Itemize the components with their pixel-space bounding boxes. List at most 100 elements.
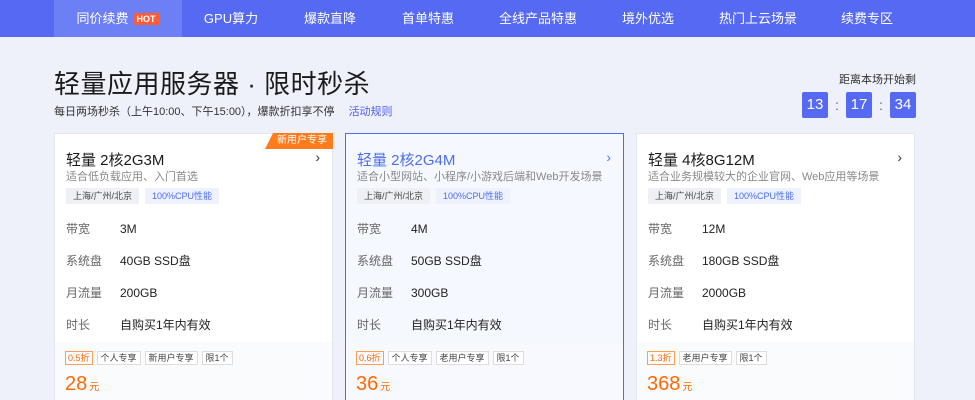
nav-tab-label: 同价续费 <box>76 11 129 26</box>
spec-key: 时长 <box>357 318 382 332</box>
nav-tab-label: 首单特惠 <box>401 11 454 26</box>
spec-duration: 时长 自购买1年内有效 <box>357 316 502 333</box>
chevron-right-icon[interactable]: › <box>897 149 902 165</box>
spec-value: 3M <box>120 222 137 236</box>
limit-badge: 限1个 <box>492 351 524 365</box>
card-badges: 0.5折 个人专享 新用户专享 限1个 <box>65 351 233 365</box>
cpu-tag: 100%CPU性能 <box>145 188 220 204</box>
spec-value: 2000GB <box>702 286 747 300</box>
nav-tab-renewal-zone[interactable]: 续费专区 <box>830 0 904 37</box>
card-title: 轻量 4核8G12M <box>648 152 755 169</box>
card-price: 28 元 <box>65 373 99 396</box>
card-badges: 0.6折 个人专享 老用户专享 限1个 <box>356 351 524 365</box>
personal-badge: 个人专享 <box>387 351 432 365</box>
top-nav: 同价续费 HOT GPU算力 爆款直降 首单特惠 全线产品特惠 境外优选 热门上云… <box>0 0 975 37</box>
card-price: 36 元 <box>356 373 390 396</box>
spec-key: 时长 <box>648 318 673 332</box>
personal-badge: 个人专享 <box>96 351 141 365</box>
countdown-label: 距离本场开始剩 <box>839 74 916 86</box>
spec-traffic: 月流量 300GB <box>357 284 448 301</box>
spec-value: 12M <box>702 222 726 236</box>
subtitle-text: 每日两场秒杀（上午10:00、下午15:00），爆款折扣享不停 <box>54 106 335 118</box>
page-subtitle: 每日两场秒杀（上午10:00、下午15:00），爆款折扣享不停 活动规则 <box>54 103 393 119</box>
discount-badge: 0.5折 <box>65 351 93 365</box>
spec-value: 自购买1年内有效 <box>702 318 793 332</box>
spec-bandwidth: 带宽 12M <box>648 220 725 237</box>
nav-tab-label: 全线产品特惠 <box>498 11 577 26</box>
new-user-ribbon: 新用户专享 <box>265 133 333 149</box>
card-badges: 1.3折 老用户专享 限1个 <box>647 351 767 365</box>
spec-key: 带宽 <box>648 222 673 236</box>
nav-tab-all-products[interactable]: 全线产品特惠 <box>492 0 584 37</box>
spec-key: 月流量 <box>648 286 685 300</box>
card-price: 368 元 <box>647 373 692 396</box>
chevron-right-icon[interactable]: › <box>315 149 320 165</box>
cpu-tag: 100%CPU性能 <box>436 188 511 204</box>
spec-disk: 系统盘 180GB SSD盘 <box>648 252 779 269</box>
spec-value: 300GB <box>411 286 449 300</box>
nav-tab-gpu[interactable]: GPU算力 <box>190 0 272 37</box>
card-tags: 上海/广州/北京 100%CPU性能 <box>66 188 220 204</box>
spec-value: 50GB SSD盘 <box>411 254 482 268</box>
nav-tab-overseas[interactable]: 境外优选 <box>610 0 686 37</box>
spec-key: 系统盘 <box>648 254 685 268</box>
product-card-selected[interactable]: 轻量 2核2G4M › 适合小型网站、小程序/小游戏后端和Web开发场景 上海/… <box>345 133 624 400</box>
price-unit: 元 <box>682 382 693 393</box>
hot-badge: HOT <box>132 13 160 25</box>
spec-traffic: 月流量 200GB <box>66 284 157 301</box>
nav-tab-renew-same-price[interactable]: 同价续费 HOT <box>54 0 182 37</box>
spec-key: 系统盘 <box>357 254 394 268</box>
countdown-hours: 13 <box>802 92 828 118</box>
region-tag: 上海/广州/北京 <box>66 188 140 204</box>
discount-badge: 1.3折 <box>647 351 675 365</box>
nav-tab-hot-deals[interactable]: 爆款直降 <box>290 0 370 37</box>
card-tags: 上海/广州/北京 100%CPU性能 <box>648 188 802 204</box>
price-value: 36 <box>356 373 379 395</box>
nav-tab-label: GPU算力 <box>203 11 259 26</box>
user-type-badge: 老用户专享 <box>678 351 732 365</box>
chevron-right-icon[interactable]: › <box>606 149 611 165</box>
product-card[interactable]: 轻量 4核8G12M › 适合业务规模较大的企业官网、Web应用等场景 上海/广… <box>636 133 915 400</box>
discount-badge: 0.6折 <box>356 351 384 365</box>
card-tags: 上海/广州/北京 100%CPU性能 <box>357 188 511 204</box>
spec-bandwidth: 带宽 4M <box>357 220 428 237</box>
limit-badge: 限1个 <box>735 351 767 365</box>
card-description: 适合业务规模较大的企业官网、Web应用等场景 <box>648 171 880 183</box>
spec-key: 月流量 <box>66 286 103 300</box>
region-tag: 上海/广州/北京 <box>357 188 431 204</box>
card-description: 适合低负载应用、入门首选 <box>66 171 198 183</box>
countdown-timer: 13 : 17 : 34 <box>802 92 916 118</box>
product-card[interactable]: 新用户专享 轻量 2核2G3M › 适合低负载应用、入门首选 上海/广州/北京 … <box>54 133 333 400</box>
spec-key: 带宽 <box>66 222 91 236</box>
spec-key: 系统盘 <box>66 254 103 268</box>
spec-value: 180GB SSD盘 <box>702 254 780 268</box>
nav-tab-label: 续费专区 <box>840 11 893 26</box>
countdown-seconds: 34 <box>890 92 916 118</box>
spec-value: 4M <box>411 222 428 236</box>
spec-disk: 系统盘 50GB SSD盘 <box>357 252 482 269</box>
spec-disk: 系统盘 40GB SSD盘 <box>66 252 191 269</box>
spec-duration: 时长 自购买1年内有效 <box>648 316 793 333</box>
limit-badge: 限1个 <box>201 351 233 365</box>
countdown-separator: : <box>879 97 883 113</box>
countdown-minutes: 17 <box>846 92 872 118</box>
spec-key: 时长 <box>66 318 91 332</box>
nav-tab-label: 境外优选 <box>621 11 674 26</box>
card-title: 轻量 2核2G3M <box>66 152 165 169</box>
spec-key: 月流量 <box>357 286 394 300</box>
spec-value: 自购买1年内有效 <box>120 318 211 332</box>
nav-tab-label: 热门上云场景 <box>718 11 797 26</box>
card-description: 适合小型网站、小程序/小游戏后端和Web开发场景 <box>357 171 603 183</box>
price-unit: 元 <box>380 382 391 393</box>
countdown-separator: : <box>835 97 839 113</box>
price-value: 28 <box>65 373 88 395</box>
spec-key: 带宽 <box>357 222 382 236</box>
nav-tab-cloud-scenes[interactable]: 热门上云场景 <box>712 0 804 37</box>
nav-tab-first-order[interactable]: 首单特惠 <box>388 0 468 37</box>
region-tag: 上海/广州/北京 <box>648 188 722 204</box>
user-type-badge: 老用户专享 <box>435 351 489 365</box>
activity-rules-link[interactable]: 活动规则 <box>349 106 393 118</box>
card-title: 轻量 2核2G4M <box>357 152 456 169</box>
cpu-tag: 100%CPU性能 <box>727 188 802 204</box>
spec-value: 40GB SSD盘 <box>120 254 191 268</box>
